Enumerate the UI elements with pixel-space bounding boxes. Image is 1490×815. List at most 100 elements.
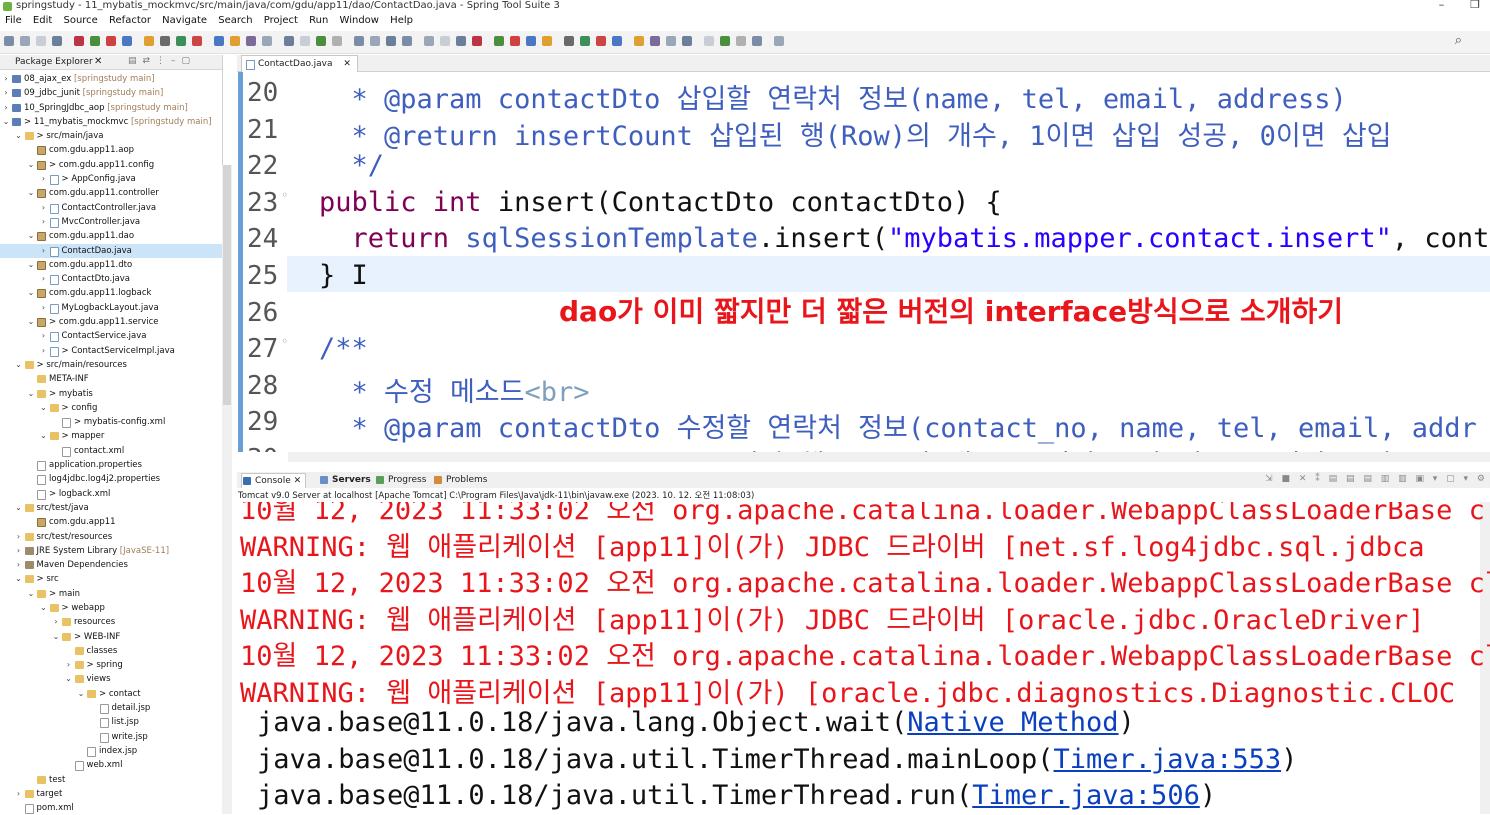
toolbar-button-icon[interactable] xyxy=(300,36,310,46)
menu-navigate[interactable]: Navigate xyxy=(162,13,207,29)
toolbar-button-icon[interactable] xyxy=(176,36,186,46)
toolbar-button-icon[interactable] xyxy=(650,36,660,46)
toolbar-button-icon[interactable] xyxy=(542,36,552,46)
toolbar-button-icon[interactable] xyxy=(192,36,202,46)
toolbar-button-icon[interactable] xyxy=(386,36,396,46)
toolbar-button-icon[interactable] xyxy=(440,36,450,46)
expand-toggle-icon[interactable]: ⌄ xyxy=(27,587,35,601)
menu-edit[interactable]: Edit xyxy=(33,13,52,29)
expand-toggle-icon[interactable]: ⌄ xyxy=(15,501,23,515)
tree-item[interactable]: ⌄ > src/main/java xyxy=(0,129,222,143)
toolbar-button-icon[interactable] xyxy=(246,36,256,46)
toolbar-button-icon[interactable] xyxy=(90,36,100,46)
expand-toggle-icon[interactable]: ⌄ xyxy=(27,186,35,200)
toolbar-button-icon[interactable] xyxy=(160,36,170,46)
tree-item[interactable]: › ContactDto.java xyxy=(0,272,222,286)
expand-toggle-icon[interactable]: ⌄ xyxy=(2,115,10,129)
toolbar-button-icon[interactable] xyxy=(774,36,784,46)
menu-project[interactable]: Project xyxy=(264,13,298,29)
expand-toggle-icon[interactable]: ⌄ xyxy=(77,687,85,701)
toolbar-button-icon[interactable] xyxy=(106,36,116,46)
tree-item[interactable]: log4jdbc.log4j2.properties xyxy=(0,472,222,486)
expand-toggle-icon[interactable]: › xyxy=(2,86,10,100)
tree-item[interactable]: index.jsp xyxy=(0,744,222,758)
tree-item[interactable]: › > ContactServiceImpl.java xyxy=(0,344,222,358)
expand-toggle-icon[interactable]: › xyxy=(40,201,48,215)
expand-toggle-icon[interactable]: › xyxy=(65,658,73,672)
toolbar-button-icon[interactable] xyxy=(494,36,504,46)
expand-toggle-icon[interactable]: ⌄ xyxy=(40,601,48,615)
toolbar-button-icon[interactable] xyxy=(36,36,46,46)
expand-toggle-icon[interactable]: › xyxy=(40,272,48,286)
tree-item[interactable]: › ContactDao.java xyxy=(0,243,222,258)
tree-item[interactable]: › MyLogbackLayout.java xyxy=(0,301,222,315)
tab-problems[interactable]: Problems xyxy=(433,473,487,487)
toolbar-button-icon[interactable] xyxy=(704,36,714,46)
fold-toggle-icon[interactable]: ◦ xyxy=(281,334,288,348)
package-explorer-scrollbar[interactable] xyxy=(222,165,232,814)
expand-toggle-icon[interactable]: ⌄ xyxy=(27,258,35,272)
tree-item[interactable]: › ContactService.java xyxy=(0,329,222,343)
tree-item[interactable]: ⌄ > 11_mybatis_mockmvc [springstudy main] xyxy=(0,115,222,129)
menu-run[interactable]: Run xyxy=(309,13,328,29)
tree-item[interactable]: contact.xml xyxy=(0,444,222,458)
expand-toggle-icon[interactable]: ⌄ xyxy=(40,401,48,415)
source-link[interactable]: Timer.java:506 xyxy=(972,780,1200,811)
tree-item[interactable]: ⌄ > com.gdu.app11.service xyxy=(0,315,222,329)
expand-toggle-icon[interactable]: › xyxy=(15,530,23,544)
tree-item[interactable]: › > AppConfig.java xyxy=(0,172,222,186)
tree-item[interactable]: › resources xyxy=(0,615,222,629)
tree-item[interactable]: ⌄ > contact xyxy=(0,687,222,701)
tree-item[interactable]: web.xml xyxy=(0,758,222,772)
tree-item[interactable]: ⌄ com.gdu.app11.dto xyxy=(0,258,222,272)
toolbar-button-icon[interactable] xyxy=(370,36,380,46)
toolbar-button-icon[interactable] xyxy=(214,36,224,46)
tree-item[interactable]: ⌄ > src xyxy=(0,572,222,586)
source-link[interactable]: Timer.java:553 xyxy=(1054,744,1282,775)
toolbar-button-icon[interactable] xyxy=(526,36,536,46)
expand-toggle-icon[interactable]: ⌄ xyxy=(52,630,60,644)
tree-item[interactable]: > logback.xml xyxy=(0,487,222,501)
expand-toggle-icon[interactable]: › xyxy=(2,72,10,86)
expand-toggle-icon[interactable]: ⌄ xyxy=(15,572,23,586)
toolbar-button-icon[interactable] xyxy=(612,36,622,46)
menu-window[interactable]: Window xyxy=(340,13,379,29)
tree-item[interactable]: classes xyxy=(0,644,222,658)
tree-item[interactable]: › Maven Dependencies xyxy=(0,558,222,572)
toolbar-button-icon[interactable] xyxy=(316,36,326,46)
toolbar-button-icon[interactable] xyxy=(752,36,762,46)
editor-horizontal-scrollbar[interactable] xyxy=(288,452,1490,462)
toolbar-button-icon[interactable] xyxy=(682,36,692,46)
toolbar-button-icon[interactable] xyxy=(122,36,132,46)
tab-servers[interactable]: Servers xyxy=(319,473,371,487)
tree-item[interactable]: ⌄ > mybatis xyxy=(0,387,222,401)
toolbar-button-icon[interactable] xyxy=(736,36,746,46)
close-icon[interactable]: ✕ xyxy=(294,476,302,486)
toolbar-button-icon[interactable] xyxy=(580,36,590,46)
tree-item[interactable]: › 08_ajax_ex [springstudy main] xyxy=(0,72,222,86)
fold-toggle-icon[interactable]: ◦ xyxy=(281,188,288,202)
expand-toggle-icon[interactable]: › xyxy=(40,244,48,258)
tree-item[interactable]: ⌄ src/test/java xyxy=(0,501,222,515)
tree-item[interactable]: ⌄ > config xyxy=(0,401,222,415)
minimize-button[interactable]: – xyxy=(1427,0,1457,11)
expand-toggle-icon[interactable]: ⌄ xyxy=(65,672,73,686)
expand-toggle-icon[interactable]: › xyxy=(15,544,23,558)
tree-item[interactable]: ⌄ > mapper xyxy=(0,429,222,443)
menu-file[interactable]: File xyxy=(5,13,22,29)
tree-item[interactable]: list.jsp xyxy=(0,715,222,729)
tree-item[interactable]: > mybatis-config.xml xyxy=(0,415,222,429)
tree-item[interactable]: test xyxy=(0,773,222,787)
toolbar-button-icon[interactable] xyxy=(262,36,272,46)
console-toolbar-icons[interactable]: ⇲ ■ ✕ ⁑ ▤ ▤ ▤ ▥ ▥ ▣ ▾ ▢ ▾ ⚙ xyxy=(1265,474,1488,484)
tab-console[interactable]: Console ✕ xyxy=(241,473,307,488)
expand-toggle-icon[interactable]: ⌄ xyxy=(27,158,35,172)
tree-item[interactable]: › JRE System Library [JavaSE-11] xyxy=(0,544,222,558)
expand-toggle-icon[interactable]: ⌄ xyxy=(27,315,35,329)
expand-toggle-icon[interactable]: › xyxy=(2,101,10,115)
close-icon[interactable]: ✕ xyxy=(94,56,102,67)
menu-refactor[interactable]: Refactor xyxy=(109,13,151,29)
expand-toggle-icon[interactable]: ⌄ xyxy=(27,286,35,300)
tree-item[interactable]: › target xyxy=(0,787,222,801)
tree-item[interactable]: ⌄ com.gdu.app11.dao xyxy=(0,229,222,243)
